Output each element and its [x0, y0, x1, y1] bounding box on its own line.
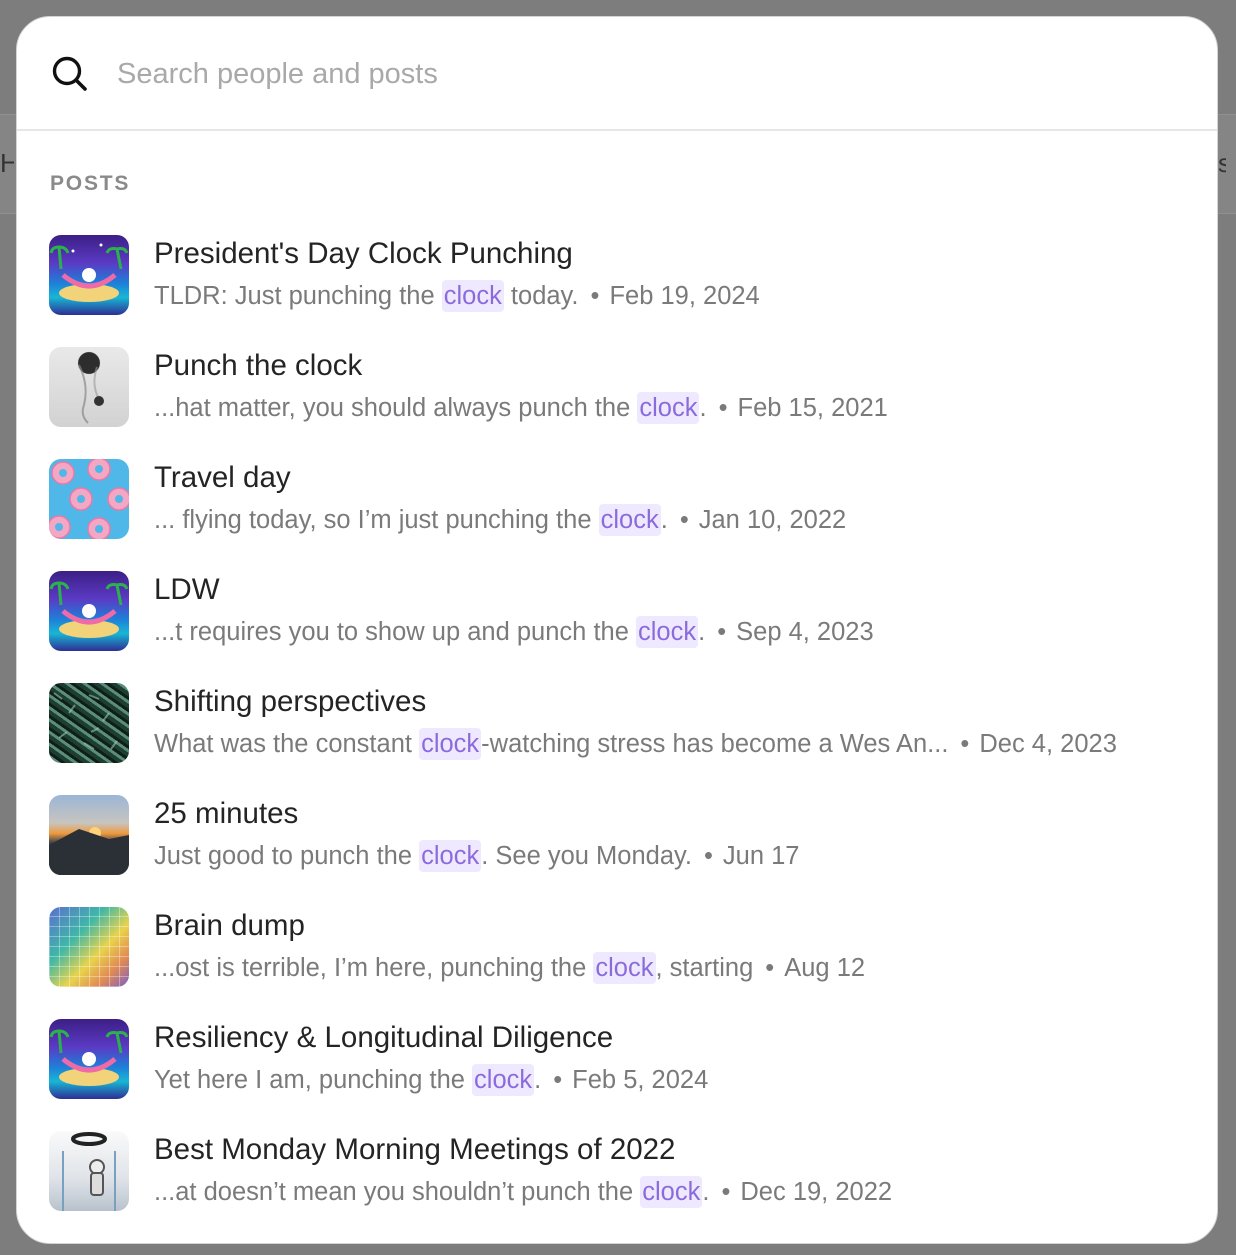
background-text-fragment: H — [0, 148, 14, 178]
post-title: Punch the clock — [154, 349, 363, 382]
post-title: Brain dump — [154, 909, 305, 942]
post-thumbnail — [49, 571, 129, 651]
post-thumbnail — [49, 1131, 129, 1211]
post-result[interactable]: President's Day Clock Punching TLDR: Jus… — [17, 223, 1217, 335]
post-date: Aug 12 — [784, 954, 866, 982]
post-title: 25 minutes — [154, 797, 299, 830]
post-thumbnail — [49, 235, 129, 315]
search-match-highlight: clock — [419, 728, 482, 760]
post-thumbnail — [49, 683, 129, 763]
post-title: Travel day — [154, 461, 291, 494]
post-snippet: Yet here I am, punching the clock. • Feb 5… — [154, 1064, 709, 1096]
post-date: Jun 17 — [722, 842, 800, 870]
post-thumbnail — [49, 459, 129, 539]
post-snippet: Just good to punch the clock. See you Mo… — [154, 840, 800, 872]
results-list: President's Day Clock Punching TLDR: Jus… — [17, 223, 1217, 1231]
post-title: Shifting perspectives — [154, 685, 427, 718]
post-thumbnail — [49, 347, 129, 427]
post-date: Dec 19, 2022 — [740, 1178, 893, 1206]
post-snippet: What was the constant clock-watching str… — [154, 728, 1117, 760]
search-icon — [52, 56, 87, 91]
post-snippet: TLDR: Just punching the clock today. • Feb… — [154, 280, 760, 312]
post-result[interactable]: Punch the clock ...hat matter, you shoul… — [17, 335, 1217, 447]
search-match-highlight: clock — [441, 280, 504, 312]
search-match-highlight: clock — [635, 616, 699, 648]
search-match-highlight: clock — [419, 840, 482, 872]
post-snippet: ...ost is terrible, I’m here, punching t… — [154, 952, 866, 984]
search-match-highlight: clock — [593, 952, 656, 984]
post-result[interactable]: Resiliency & Longitudinal Diligence Yet … — [17, 1007, 1217, 1119]
post-thumbnail — [49, 1019, 129, 1099]
post-result[interactable]: Shifting perspectives What was the const… — [17, 671, 1217, 783]
post-date: Jan 10, 2022 — [698, 506, 847, 534]
section-label-posts: POSTS — [50, 172, 131, 195]
search-match-highlight: clock — [598, 504, 661, 536]
post-date: Feb 5, 2024 — [572, 1066, 709, 1094]
post-title: Best Monday Morning Meetings of 2022 — [154, 1133, 676, 1166]
post-date: Feb 15, 2021 — [737, 394, 888, 422]
post-snippet: ... flying today, so I’m just punching t… — [154, 504, 847, 536]
post-date: Sep 4, 2023 — [736, 618, 874, 646]
post-result[interactable]: Travel day ... flying today, so I’m just… — [17, 447, 1217, 559]
post-result[interactable]: Brain dump ...ost is terrible, I’m here,… — [17, 895, 1217, 1007]
post-date: Feb 19, 2024 — [609, 282, 760, 310]
search-input[interactable] — [117, 47, 1177, 101]
search-modal: POSTS President's Day Clock Punching TLD… — [16, 16, 1218, 1244]
post-result[interactable]: Best Monday Morning Meetings of 2022 ...… — [17, 1119, 1217, 1231]
post-title: President's Day Clock Punching — [154, 237, 573, 270]
post-thumbnail — [49, 907, 129, 987]
post-thumbnail — [49, 795, 129, 875]
post-result[interactable]: LDW ...t requires you to show up and pun… — [17, 559, 1217, 671]
background-text-fragment: s — [1218, 148, 1226, 178]
post-result[interactable]: 25 minutes Just good to punch the clock.… — [17, 783, 1217, 895]
search-match-highlight: clock — [472, 1064, 535, 1096]
post-snippet: ...hat matter, you should always punch t… — [154, 392, 888, 424]
search-match-highlight: clock — [637, 392, 700, 424]
post-date: Dec 4, 2023 — [979, 730, 1117, 758]
post-snippet: ...at doesn’t mean you shouldn’t punch t… — [154, 1176, 893, 1208]
post-title: LDW — [154, 573, 220, 606]
search-match-highlight: clock — [640, 1176, 703, 1208]
post-snippet: ...t requires you to show up and punch t… — [154, 616, 874, 648]
search-bar — [17, 17, 1217, 131]
post-title: Resiliency & Longitudinal Diligence — [154, 1021, 614, 1054]
